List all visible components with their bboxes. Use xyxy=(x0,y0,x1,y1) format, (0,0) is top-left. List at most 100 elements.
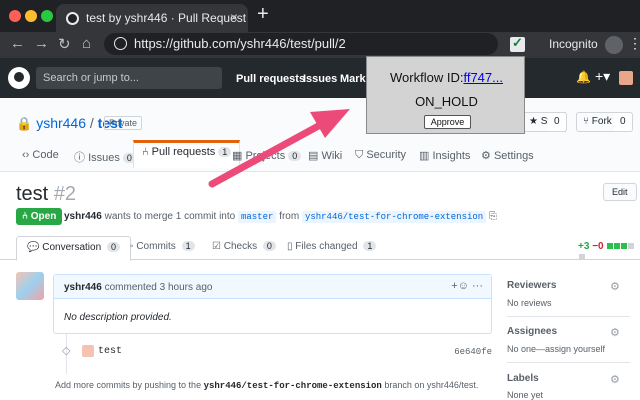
tab-checks[interactable]: ☑ Checks 0 xyxy=(212,241,276,252)
maximize-window-button[interactable] xyxy=(41,10,53,22)
fork-button[interactable]: ⑂ Fork xyxy=(576,112,619,132)
home-icon[interactable]: ⌂ xyxy=(82,35,91,52)
fork-label: Fork xyxy=(591,116,612,127)
github-logo-icon[interactable] xyxy=(8,67,30,89)
tab-conversation-label: Conversation xyxy=(42,242,102,253)
comment-author-link[interactable]: yshr446 xyxy=(64,282,102,293)
reload-icon[interactable]: ↻ xyxy=(58,35,71,53)
commit-message-link[interactable]: test xyxy=(98,346,122,357)
edit-button[interactable]: Edit xyxy=(603,183,637,201)
browser-tab[interactable]: test by yshr446 · Pull Request × xyxy=(56,4,248,32)
notifications-icon[interactable]: 🔔 xyxy=(576,70,591,84)
browser-menu-icon[interactable]: ⋮ xyxy=(628,35,640,52)
nav-issues[interactable]: Issues xyxy=(303,73,337,85)
diffstat-block xyxy=(579,254,585,260)
repo-separator: / xyxy=(86,115,98,131)
site-info-icon[interactable] xyxy=(114,37,127,50)
lock-icon: 🔒 xyxy=(16,116,33,131)
comment-body: No description provided. xyxy=(64,312,172,323)
comment-timestamp[interactable]: commented 3 hours ago xyxy=(105,282,213,293)
avatar[interactable] xyxy=(16,272,44,300)
reviewers-gear-icon[interactable]: ⚙ xyxy=(610,280,620,293)
tab-issues[interactable]: ⓘ Issues 0 xyxy=(74,144,136,172)
forward-icon[interactable]: → xyxy=(34,35,49,52)
incognito-icon[interactable] xyxy=(605,36,623,54)
diffstat-block xyxy=(628,243,635,249)
tab-commits[interactable]: ◦ Commits 1 xyxy=(130,241,195,252)
workflow-label: Workflow ID: xyxy=(390,70,464,85)
approve-button[interactable]: Approve xyxy=(424,115,471,129)
comment-meta: yshr446 commented 3 hours ago xyxy=(64,282,212,293)
labels-heading[interactable]: Labels xyxy=(507,373,539,384)
tab-settings[interactable]: ⚙ Settings xyxy=(481,144,534,172)
labels-gear-icon[interactable]: ⚙ xyxy=(610,373,620,386)
nav-pull-requests[interactable]: Pull requests xyxy=(236,73,305,85)
tab-conversation[interactable]: 💬 Conversation 0 xyxy=(16,236,131,261)
tab-insights-label: Insights xyxy=(432,150,471,162)
labels-value: None yet xyxy=(507,390,544,400)
diffstat-block xyxy=(621,243,628,249)
tab-files-changed-count: 1 xyxy=(363,241,377,251)
more-options-icon[interactable]: ··· xyxy=(472,280,483,292)
private-badge: Private xyxy=(104,116,143,130)
diffstat: +3 −0 xyxy=(578,241,640,263)
hint-middle: branch on xyxy=(384,380,425,390)
tab-files-changed-label: Files changed xyxy=(295,241,358,252)
url-text: https://github.com/yshr446/test/pull/2 xyxy=(134,36,346,51)
assignees-value[interactable]: No one—assign yourself xyxy=(507,344,605,354)
tab-files-changed[interactable]: ▯ Files changed 1 xyxy=(287,241,377,252)
assignees-gear-icon[interactable]: ⚙ xyxy=(610,326,620,339)
tab-security-label: Security xyxy=(366,149,407,161)
tab-title: test by yshr446 · Pull Request xyxy=(86,11,247,25)
tab-security[interactable]: ⛉ Security xyxy=(355,144,406,172)
assignees-heading[interactable]: Assignees xyxy=(507,326,557,337)
tab-insights[interactable]: ▥ Insights xyxy=(419,144,470,172)
tab-conversation-count: 0 xyxy=(106,242,120,252)
tab-wiki[interactable]: ▤ Wiki xyxy=(308,144,342,172)
tab-checks-count: 0 xyxy=(262,241,276,251)
wiki-icon: ▤ xyxy=(308,150,319,162)
base-branch[interactable]: master xyxy=(237,211,277,223)
search-input[interactable]: Search or jump to... xyxy=(36,67,222,89)
repo-owner-link[interactable]: yshr446 xyxy=(36,115,86,131)
push-hint: Add more commits by pushing to the yshr4… xyxy=(55,380,478,391)
github-header: Search or jump to... Pull requests Issue… xyxy=(0,58,640,98)
extension-icon[interactable]: ✓ xyxy=(510,35,525,52)
browser-toolbar: ← → ↻ ⌂ https://github.com/yshr446/test/… xyxy=(0,32,640,58)
copy-icon[interactable]: ⎘ xyxy=(489,211,497,222)
commit-author-avatar[interactable] xyxy=(82,345,94,357)
back-icon[interactable]: ← xyxy=(10,35,25,52)
pull-request-icon: ⑃ xyxy=(22,211,28,222)
reviewers-heading[interactable]: Reviewers xyxy=(507,280,556,291)
star-count[interactable]: 0 xyxy=(548,112,567,132)
pr-author-link[interactable]: yshr446 xyxy=(64,211,102,222)
tab-pull-requests-label: Pull requests xyxy=(151,146,216,158)
user-avatar[interactable] xyxy=(619,71,633,85)
tab-issues-label: Issues xyxy=(88,152,120,164)
minimize-window-button[interactable] xyxy=(25,10,37,22)
fork-count[interactable]: 0 xyxy=(614,112,633,132)
tab-pull-requests[interactable]: ⑃ Pull requests 1 xyxy=(133,140,241,168)
add-reaction-icon[interactable]: +☺ xyxy=(451,280,469,292)
workflow-id-link[interactable]: ff747... xyxy=(463,70,503,85)
tab-projects[interactable]: ▦ Projects 0 xyxy=(232,144,302,172)
hint-prefix: Add more commits by pushing to the xyxy=(55,380,202,390)
status-badge-label: Open xyxy=(30,211,57,222)
new-tab-button[interactable]: + xyxy=(257,3,269,26)
close-tab-icon[interactable]: × xyxy=(230,9,238,25)
extension-popup: Workflow ID:ff747... ON_HOLD Approve xyxy=(366,56,525,134)
address-bar[interactable]: https://github.com/yshr446/test/pull/2 xyxy=(104,33,498,55)
sidebar-divider xyxy=(507,362,630,363)
pr-number: #2 xyxy=(53,183,77,205)
incognito-label: Incognito xyxy=(549,37,598,51)
tab-commits-label: Commits xyxy=(136,241,176,252)
tab-code[interactable]: ‹› Code xyxy=(22,144,59,172)
repo-header: 🔒yshr446 / test Private ★ Star 0 ⑂ Fork … xyxy=(0,98,640,172)
commit-sha-link[interactable]: 6e640fe xyxy=(454,347,492,357)
head-branch[interactable]: yshr446/test-for-chrome-extension xyxy=(301,211,487,223)
hint-branch: yshr446/test-for-chrome-extension xyxy=(203,381,382,391)
close-window-button[interactable] xyxy=(9,10,21,22)
checklist-icon: ☑ xyxy=(212,241,221,252)
commit-icon: ◇ xyxy=(62,345,71,357)
create-new-icon[interactable]: +▾ xyxy=(595,68,610,85)
